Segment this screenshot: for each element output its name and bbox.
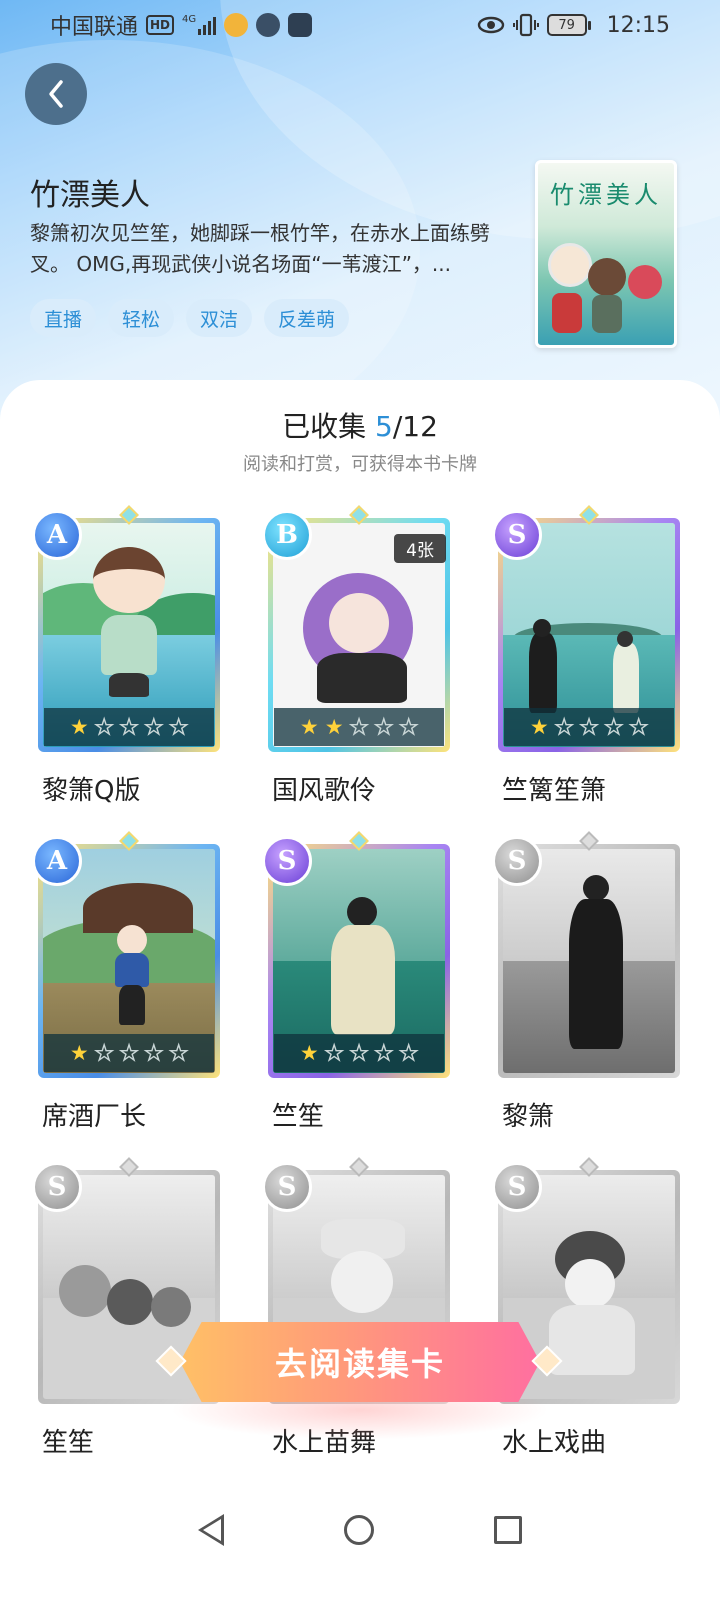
card-name: 竺笙 [272,1102,325,1132]
eye-icon [477,16,505,34]
card-item-locked[interactable]: S [492,831,680,1078]
card-item[interactable]: S ★ ★ ★ ★ ★ [262,831,450,1078]
nav-recent-icon[interactable] [494,1516,522,1544]
status-bar: 中国联通 HD 4G 79 12:15 [0,0,720,50]
star-empty-icon: ★ [554,714,574,739]
battery-level: 79 [546,14,587,36]
star-filled-icon: ★ [69,1041,89,1065]
star-empty-icon: ★ [94,1040,114,1065]
tag[interactable]: 反差萌 [264,299,350,337]
star-rating: ★ ★ ★ ★ ★ [504,708,674,746]
star-filled-icon: ★ [529,715,549,739]
system-nav-bar [0,1490,720,1570]
cover-figure [588,258,626,296]
weibo-icon [224,13,249,37]
card-name: 席酒厂长 [42,1102,147,1132]
rank-a-badge: A [32,836,82,886]
star-empty-icon: ★ [144,714,164,739]
star-empty-icon: ★ [94,714,114,739]
card-name: 竺篱笙箫 [502,776,607,806]
star-empty-icon: ★ [349,714,369,739]
rank-s-badge: S [262,836,312,886]
star-empty-icon: ★ [604,714,624,739]
collected-count: 5 [375,410,393,443]
rank-a-badge: A [32,510,82,560]
book-title: 竹漂美人 [30,178,150,213]
card-item[interactable]: B 4张 ★ ★ ★ ★ ★ [262,505,450,752]
star-empty-icon: ★ [144,1040,164,1065]
star-empty-icon: ★ [374,714,394,739]
star-empty-icon: ★ [374,1040,394,1065]
vibrate-icon [512,13,539,37]
rank-b-badge: B [262,510,312,560]
card-item[interactable]: S ★ ★ ★ ★ ★ [492,505,680,752]
read-collect-button[interactable]: 去阅读集卡 [180,1322,540,1402]
rank-s-badge: S [32,1162,82,1212]
star-filled-icon: ★ [299,715,319,739]
tag[interactable]: 直播 [30,299,97,337]
status-right: 79 12:15 [477,13,670,38]
star-empty-icon: ★ [349,1040,369,1065]
star-empty-icon: ★ [324,1040,344,1065]
network-label: 4G [182,14,197,25]
star-rating: ★ ★ ★ ★ ★ [44,1034,214,1072]
star-filled-icon: ★ [299,1041,319,1065]
star-empty-icon: ★ [169,714,189,739]
card-name: 国风歌伶 [272,776,377,806]
signal-icon: 4G [182,14,217,35]
status-left: 中国联通 HD 4G [50,9,313,41]
star-filled-icon: ★ [324,715,344,739]
star-empty-icon: ★ [579,714,599,739]
star-rating: ★ ★ ★ ★ ★ [274,708,444,746]
star-rating: ★ ★ ★ ★ ★ [44,708,214,746]
card-item[interactable]: A ★ ★ ★ ★ ★ [32,505,220,752]
star-filled-icon: ★ [69,715,89,739]
cover-figure [628,265,662,299]
rank-s-badge: S [492,836,542,886]
book-cover[interactable]: 竹漂美人 [535,160,677,348]
nav-home-icon[interactable] [344,1515,374,1545]
battery-icon: 79 [546,14,591,36]
cover-figure [592,295,622,333]
cover-title: 竹漂美人 [550,181,662,209]
app-icon [288,13,313,37]
app-icon [256,13,281,37]
nav-back-icon[interactable] [198,1514,224,1546]
card-item[interactable]: A ★ ★ ★ ★ ★ [32,831,220,1078]
cover-figure [552,293,582,333]
chevron-left-icon [49,80,63,108]
star-empty-icon: ★ [119,1040,139,1065]
tag[interactable]: 轻松 [108,299,175,337]
star-empty-icon: ★ [119,714,139,739]
star-rating: ★ ★ ★ ★ ★ [274,1034,444,1072]
clock: 12:15 [606,12,670,38]
carrier-label: 中国联通 [50,15,139,40]
collection-progress: 已收集 5/12 [0,405,720,445]
hd-icon: HD [146,15,175,35]
cover-figure [548,243,592,287]
tag-list: 直播 轻松 双洁 反差萌 [30,299,350,337]
card-name: 黎箫Q版 [42,776,141,806]
card-count-badge: 4张 [394,534,446,563]
rank-s-badge: S [492,1162,542,1212]
star-empty-icon: ★ [399,1040,419,1065]
star-empty-icon: ★ [629,714,649,739]
collection-subtitle: 阅读和打赏，可获得本书卡牌 [243,454,477,475]
star-empty-icon: ★ [399,714,419,739]
back-button[interactable] [25,63,87,125]
card-name: 黎箫 [502,1102,555,1132]
tag[interactable]: 双洁 [186,299,253,337]
star-empty-icon: ★ [169,1040,189,1065]
rank-s-badge: S [492,510,542,560]
collected-total: /12 [392,410,438,443]
card-name: 笙笙 [42,1428,95,1458]
collected-label: 已收集 [282,410,367,443]
rank-s-badge: S [262,1162,312,1212]
book-description[interactable]: 黎箫初次见竺笙，她脚踩一根竹竿，在赤水上面练劈叉。 OMG,再现武侠小说名场面“… [30,218,510,280]
